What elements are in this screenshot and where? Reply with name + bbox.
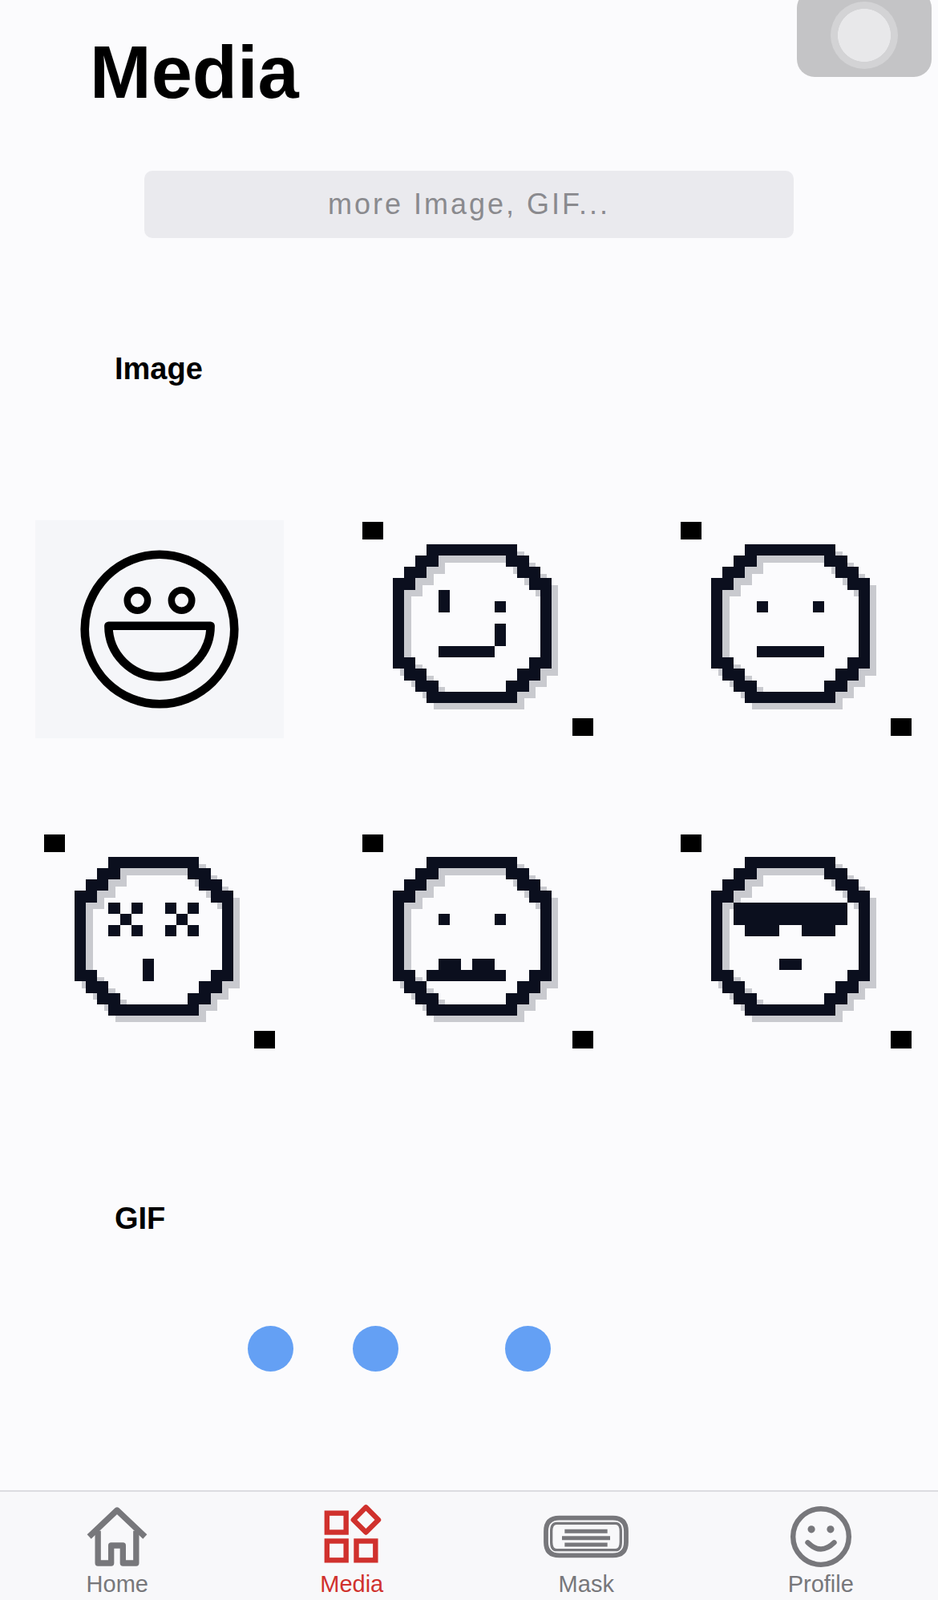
tab-label: Home <box>86 1570 149 1598</box>
crop-handle <box>680 521 702 540</box>
smiley-icon <box>785 1501 857 1573</box>
search-bar[interactable]: more Image, GIF... <box>144 170 794 239</box>
image-item[interactable] <box>659 831 933 1052</box>
image-tile <box>35 520 284 739</box>
media-content: Mediamore Image, GIF...ImageGIF <box>0 0 938 1491</box>
tab-item[interactable]: Profile <box>703 1491 938 1600</box>
image-item[interactable] <box>341 831 615 1052</box>
crop-handle <box>572 718 594 736</box>
tab-label: Mask <box>558 1570 615 1598</box>
loading-dot <box>352 1326 399 1372</box>
widgets-icon <box>316 1501 388 1573</box>
image-item[interactable] <box>659 518 933 740</box>
image-item[interactable] <box>23 831 296 1052</box>
house-icon <box>81 1501 153 1573</box>
crop-handle <box>890 1030 912 1049</box>
tab-bar: Home Media Mask Profile <box>0 1490 938 1600</box>
assistive-touch-button[interactable] <box>796 0 932 77</box>
tab-item[interactable]: Mask <box>469 1491 704 1600</box>
assistive-touch-icon <box>830 1 898 69</box>
crop-handle <box>362 521 384 540</box>
loading-indicator <box>0 1326 938 1372</box>
crop-handle <box>44 834 65 853</box>
image-section-label: Image <box>114 350 938 388</box>
tab-item[interactable]: Media <box>234 1491 470 1600</box>
grin-face-icon <box>74 544 245 715</box>
loading-dot <box>505 1326 551 1372</box>
crop-handle <box>572 1030 594 1049</box>
neutral-face-icon <box>699 533 893 726</box>
dizzy-face-icon <box>63 845 256 1039</box>
image-grid <box>0 518 938 1052</box>
image-item[interactable] <box>23 518 296 740</box>
gif-section-label: GIF <box>114 1200 938 1238</box>
media-screen: Media more Image, GIF... Image GIF Home Media… <box>0 0 938 1600</box>
cool-face-icon <box>699 845 893 1039</box>
sad-face-icon <box>381 845 575 1039</box>
crop-handle <box>890 718 912 736</box>
search-placeholder: more Image, GIF... <box>327 187 611 222</box>
tab-label: Media <box>319 1570 384 1598</box>
face-mask-icon <box>537 1501 635 1573</box>
loading-dot <box>247 1326 294 1372</box>
tab-item[interactable]: Home <box>0 1491 235 1600</box>
image-item[interactable] <box>341 518 615 740</box>
crop-handle <box>362 834 384 853</box>
crop-handle <box>254 1030 275 1049</box>
wink-face-icon <box>381 533 575 726</box>
tab-label: Profile <box>788 1570 854 1598</box>
crop-handle <box>680 834 702 853</box>
